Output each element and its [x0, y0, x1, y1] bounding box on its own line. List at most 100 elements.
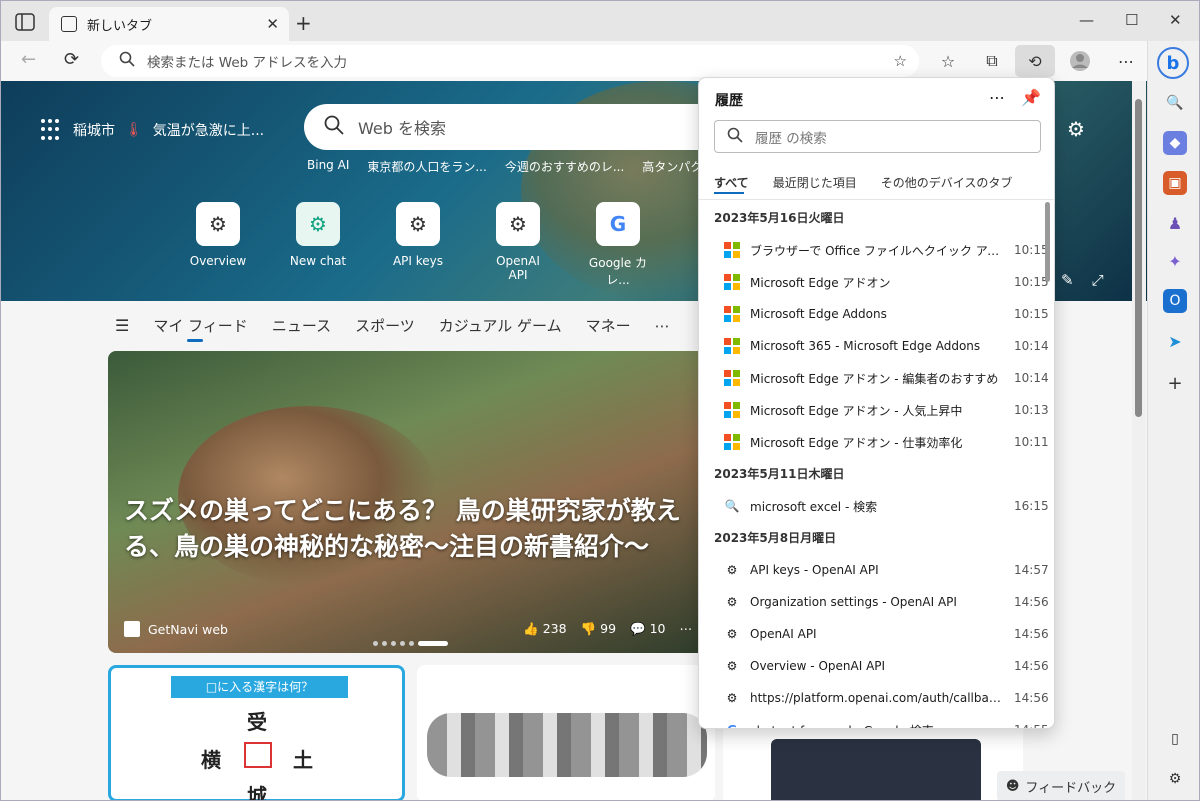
- tab-more[interactable]: ⋯: [655, 317, 670, 335]
- quick-link-new-chat[interactable]: ⚙ New chat: [285, 202, 351, 288]
- pin-icon[interactable]: 📌: [1021, 88, 1041, 107]
- tab-casual-games[interactable]: カジュアル ゲーム: [439, 315, 562, 336]
- history-item[interactable]: ⚙ Organization settings - OpenAI API 14:56: [699, 586, 1049, 618]
- tab-other-devices[interactable]: その他のデバイスのタブ: [881, 174, 1013, 191]
- thermometer-icon: 🌡: [125, 122, 143, 138]
- history-item[interactable]: 🔍 microsoft excel - 検索 16:15: [699, 490, 1049, 522]
- page-scrollbar[interactable]: [1132, 81, 1146, 800]
- tab-money[interactable]: マネー: [586, 315, 631, 336]
- history-item-time: 10:13: [1014, 403, 1049, 417]
- sidebar-toggle-icon[interactable]: ▯: [1163, 727, 1187, 751]
- history-item-time: 14:56: [1014, 627, 1049, 641]
- tab-actions-icon[interactable]: [15, 13, 37, 31]
- article-more-button[interactable]: ⋯: [680, 621, 693, 637]
- close-window-button[interactable]: ✕: [1169, 11, 1182, 29]
- bing-copilot-icon[interactable]: b: [1157, 47, 1189, 79]
- quick-link-overview[interactable]: ⚙ Overview: [185, 202, 251, 288]
- history-item[interactable]: ⚙ https://platform.openai.com/auth/callba…: [699, 682, 1049, 714]
- browser-window: 新しいタブ ✕ + — ☐ ✕ ← ⟳ 検索または Web アドレスを入力 ☆ …: [0, 0, 1200, 801]
- article-source: GetNavi web: [124, 621, 228, 637]
- add-favorite-icon[interactable]: ☆: [894, 52, 907, 70]
- comment-count: 10: [649, 621, 666, 636]
- tab-recently-closed[interactable]: 最近閉じた項目: [773, 174, 857, 191]
- maximize-button[interactable]: ☐: [1125, 11, 1138, 29]
- article-headline[interactable]: スズメの巣ってどこにある？ 鳥の巣研究家が教える、鳥の巣の神秘的な秘密～注目の新…: [124, 493, 704, 565]
- tab-news[interactable]: ニュース: [272, 315, 331, 336]
- quick-link-api-keys[interactable]: ⚙ API keys: [385, 202, 451, 288]
- tab-all[interactable]: すべて: [714, 174, 749, 194]
- sidebar-tools-icon[interactable]: ▣: [1163, 171, 1187, 195]
- quiz-card[interactable]: □に入る漢字は何？ 受 横 土 城: [108, 665, 405, 800]
- history-item[interactable]: ⚙ Overview - OpenAI API 14:56: [699, 650, 1049, 682]
- sidebar-search-icon[interactable]: 🔍: [1163, 91, 1187, 115]
- app-launcher-icon[interactable]: [41, 119, 63, 141]
- trend-item[interactable]: Bing AI: [307, 158, 349, 175]
- history-item[interactable]: Gchatgpt for excel - Google 検索14:55: [699, 714, 1049, 728]
- sidebar-add-icon[interactable]: +: [1163, 371, 1187, 395]
- history-item[interactable]: Microsoft Edge アドオン - 編集者のおすすめ 10:14: [699, 362, 1049, 394]
- dislike-button[interactable]: 👎 99: [581, 621, 616, 637]
- quiz-blank-box: [244, 742, 272, 768]
- featured-article[interactable]: スズメの巣ってどこにある？ 鳥の巣研究家が教える、鳥の巣の神秘的な秘密～注目の新…: [108, 351, 708, 653]
- history-item[interactable]: Microsoft Edge アドオン - 人気上昇中 10:13: [699, 394, 1049, 426]
- history-item[interactable]: Microsoft Edge Addons 10:15: [699, 298, 1049, 330]
- microsoft-icon: [724, 306, 740, 322]
- sidebar-shopping-icon[interactable]: ◆: [1163, 131, 1187, 155]
- history-item-title: Microsoft Edge アドオン: [750, 275, 891, 290]
- close-tab-icon[interactable]: ✕: [266, 15, 279, 33]
- tab-sports[interactable]: スポーツ: [355, 315, 415, 336]
- address-bar[interactable]: 検索または Web アドレスを入力 ☆: [101, 45, 919, 77]
- quick-link-google-calendar[interactable]: G Google カレ...: [585, 202, 651, 288]
- location-label: 稲城市: [73, 123, 115, 139]
- history-search-input[interactable]: 履歴 の検索: [714, 120, 1041, 153]
- collections-icon[interactable]: ⧉: [979, 49, 1005, 73]
- carousel-dots[interactable]: [373, 641, 448, 646]
- laptop-article-card[interactable]: [723, 721, 1023, 800]
- tab-new-tab[interactable]: 新しいタブ ✕: [49, 7, 289, 41]
- history-item[interactable]: Microsoft Edge アドオン 10:15: [699, 266, 1049, 298]
- like-button[interactable]: 👍 238: [523, 621, 566, 637]
- history-item[interactable]: ブラウザーで Office ファイルへクイック アクセス - Micr...10…: [699, 234, 1049, 266]
- expand-icon[interactable]: ⤢: [1092, 271, 1104, 289]
- history-date-header: 2023年5月11日木曜日: [714, 467, 845, 481]
- new-tab-button[interactable]: +: [295, 11, 312, 35]
- trend-item[interactable]: 今週のおすすめのレ...: [505, 158, 624, 175]
- openai-icon: ⚙: [726, 659, 738, 673]
- history-item-title: microsoft excel - 検索: [750, 499, 878, 514]
- sidebar-drop-icon[interactable]: ➤: [1163, 329, 1187, 353]
- feedback-button[interactable]: ☻ フィードバック: [997, 771, 1125, 800]
- sidebar-outlook-icon[interactable]: O: [1163, 289, 1187, 313]
- reload-button[interactable]: ⟳: [64, 49, 79, 70]
- sidebar-settings-icon[interactable]: ⚙: [1163, 767, 1187, 791]
- sidebar-games-icon[interactable]: ♟: [1163, 211, 1187, 235]
- scrollbar-thumb[interactable]: [1045, 202, 1050, 282]
- history-scrollbar[interactable]: [1044, 202, 1052, 722]
- favorites-icon[interactable]: ☆: [935, 49, 961, 73]
- page-settings-icon[interactable]: ⚙: [1067, 117, 1085, 141]
- tab-my-feed[interactable]: マイ フィード: [153, 315, 248, 342]
- minimize-button[interactable]: —: [1079, 11, 1094, 29]
- history-item[interactable]: Microsoft 365 - Microsoft Edge Addons 10:…: [699, 330, 1049, 362]
- comment-button[interactable]: 💬 10: [630, 621, 665, 637]
- menu-icon[interactable]: ☰: [115, 316, 129, 335]
- trend-item[interactable]: 東京都の人口をラン...: [367, 158, 486, 175]
- microsoft-icon: [724, 338, 740, 354]
- microsoft-icon: [724, 370, 740, 386]
- profile-avatar[interactable]: [1067, 49, 1093, 73]
- edit-background-icon[interactable]: ✎: [1061, 271, 1074, 289]
- history-icon[interactable]: ⟲: [1015, 45, 1055, 77]
- back-button[interactable]: ←: [21, 49, 36, 70]
- settings-more-icon[interactable]: ⋯: [1113, 49, 1139, 73]
- weather-widget[interactable]: 稲城市 🌡 気温が急激に上...: [41, 119, 264, 141]
- history-more-icon[interactable]: ⋯: [989, 88, 1005, 107]
- quick-link-openai-api[interactable]: ⚙ OpenAI API: [485, 202, 551, 288]
- history-item[interactable]: ⚙ OpenAI API 14:56: [699, 618, 1049, 650]
- web-search-box[interactable]: Web を検索: [304, 104, 724, 150]
- sidebar-office-icon[interactable]: ✦: [1163, 249, 1187, 273]
- history-item[interactable]: ⚙ API keys - OpenAI API 14:57: [699, 554, 1049, 586]
- chain-article-card[interactable]: [417, 665, 715, 800]
- google-icon: G: [596, 202, 640, 246]
- history-item-title: Microsoft Edge アドオン - 編集者のおすすめ: [750, 371, 999, 386]
- history-item[interactable]: Microsoft Edge アドオン - 仕事効率化 10:11: [699, 426, 1049, 458]
- scrollbar-thumb[interactable]: [1135, 99, 1142, 417]
